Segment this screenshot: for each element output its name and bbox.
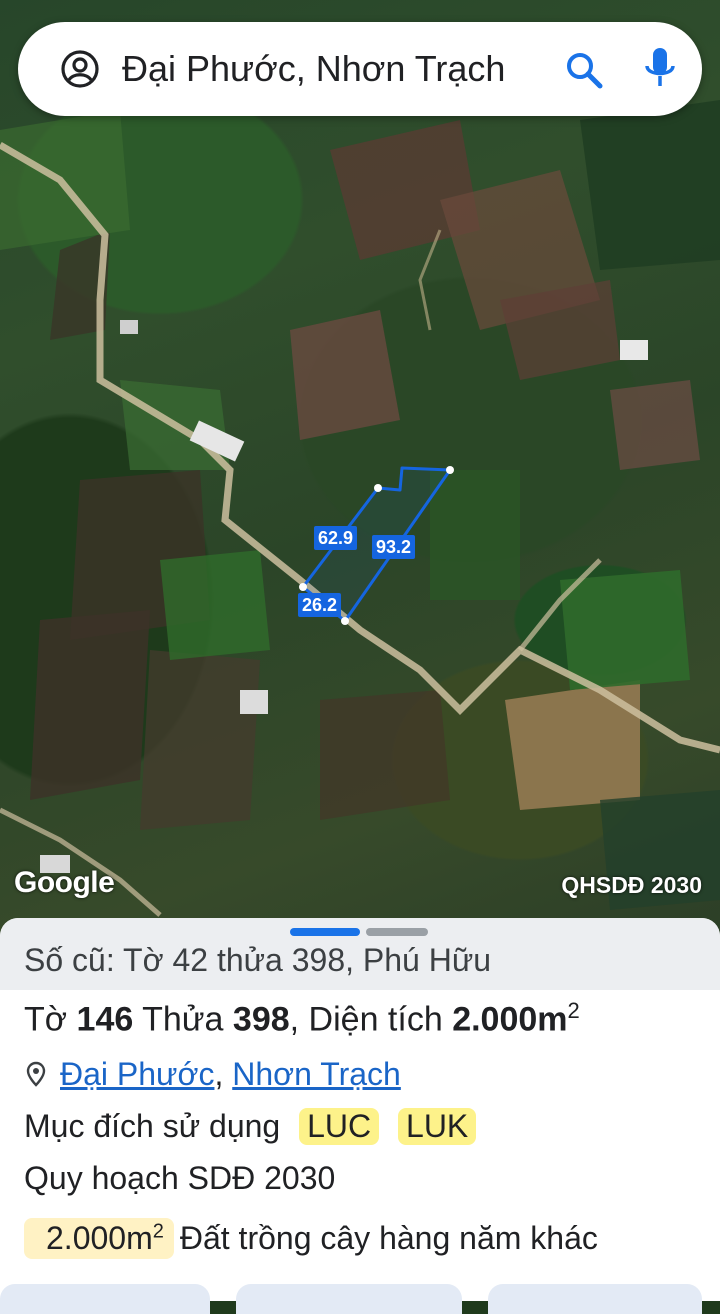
location-line: Đại Phước, Nhơn Trạch: [26, 1056, 401, 1093]
zoning-area-sup: 2: [152, 1220, 164, 1243]
parcel-vertex: [299, 583, 307, 591]
parcel-label: Thửa: [142, 1000, 224, 1039]
plan-title: Quy hoạch SDĐ 2030: [24, 1160, 336, 1196]
area-label: , Diện tích: [289, 1000, 443, 1039]
parcel-number: 398: [232, 1000, 290, 1039]
sheet-number: 146: [76, 1000, 134, 1039]
parcel-vertex: [374, 484, 382, 492]
ward-link[interactable]: Đại Phước: [60, 1056, 214, 1092]
page-indicator-active[interactable]: [290, 928, 360, 936]
account-circle-icon[interactable]: [60, 49, 100, 89]
zoning-area-chip[interactable]: 2.000m2: [24, 1218, 174, 1259]
map-layer-label: QHSDĐ 2030: [561, 872, 702, 898]
dimension-label: 93.2: [372, 535, 416, 559]
search-icon[interactable]: [564, 50, 604, 90]
search-bar[interactable]: Đại Phước, Nhơn Trạch: [18, 22, 702, 116]
google-logo: Google: [14, 866, 115, 899]
land-use-purpose: Mục đích sử dụng LUC LUK: [24, 1108, 477, 1145]
parcel-summary: Tờ 146 Thửa 398, Diện tích 2.000m2: [24, 998, 580, 1039]
area-unit-sup: 2: [567, 998, 580, 1023]
parcel-outline[interactable]: [0, 0, 720, 935]
zoning-area: 2.000m: [46, 1220, 153, 1256]
zoning-row: 2.000m2 Đất trồng cây hàng năm khác: [24, 1218, 598, 1259]
sheet-label: Tờ: [24, 1000, 68, 1039]
action-chip[interactable]: [488, 1284, 702, 1314]
microphone-icon[interactable]: [640, 46, 680, 92]
location-pin-icon: [26, 1058, 46, 1087]
parcel-vertex: [446, 466, 454, 474]
purpose-label: Mục đích sử dụng: [24, 1108, 281, 1144]
location-separator: ,: [214, 1056, 233, 1092]
dimension-label: 26.2: [298, 593, 342, 617]
land-use-tag[interactable]: LUK: [398, 1108, 477, 1145]
dimension-label: 62.9: [314, 526, 358, 550]
area-value: 2.000m: [452, 1000, 568, 1039]
action-chip[interactable]: [0, 1284, 210, 1314]
district-link[interactable]: Nhơn Trạch: [232, 1056, 401, 1092]
sheet-header: Số cũ: Tờ 42 thửa 398, Phú Hữu: [0, 918, 720, 990]
action-chips-row: [0, 1284, 720, 1314]
land-use-tag[interactable]: LUC: [299, 1108, 380, 1145]
action-chip[interactable]: [236, 1284, 462, 1314]
zoning-description: Đất trồng cây hàng năm khác: [179, 1220, 598, 1256]
search-input[interactable]: Đại Phước, Nhơn Trạch: [122, 22, 505, 116]
parcel-vertex: [341, 617, 349, 625]
page-indicator[interactable]: [366, 928, 428, 936]
parcel-info-sheet[interactable]: Số cũ: Tờ 42 thửa 398, Phú Hữu Tờ 146 Th…: [0, 918, 720, 1314]
old-parcel-info: Số cũ: Tờ 42 thửa 398, Phú Hữu: [24, 942, 492, 978]
satellite-map[interactable]: 62.9 93.2 26.2 Google QHSDĐ 2030: [0, 0, 720, 935]
